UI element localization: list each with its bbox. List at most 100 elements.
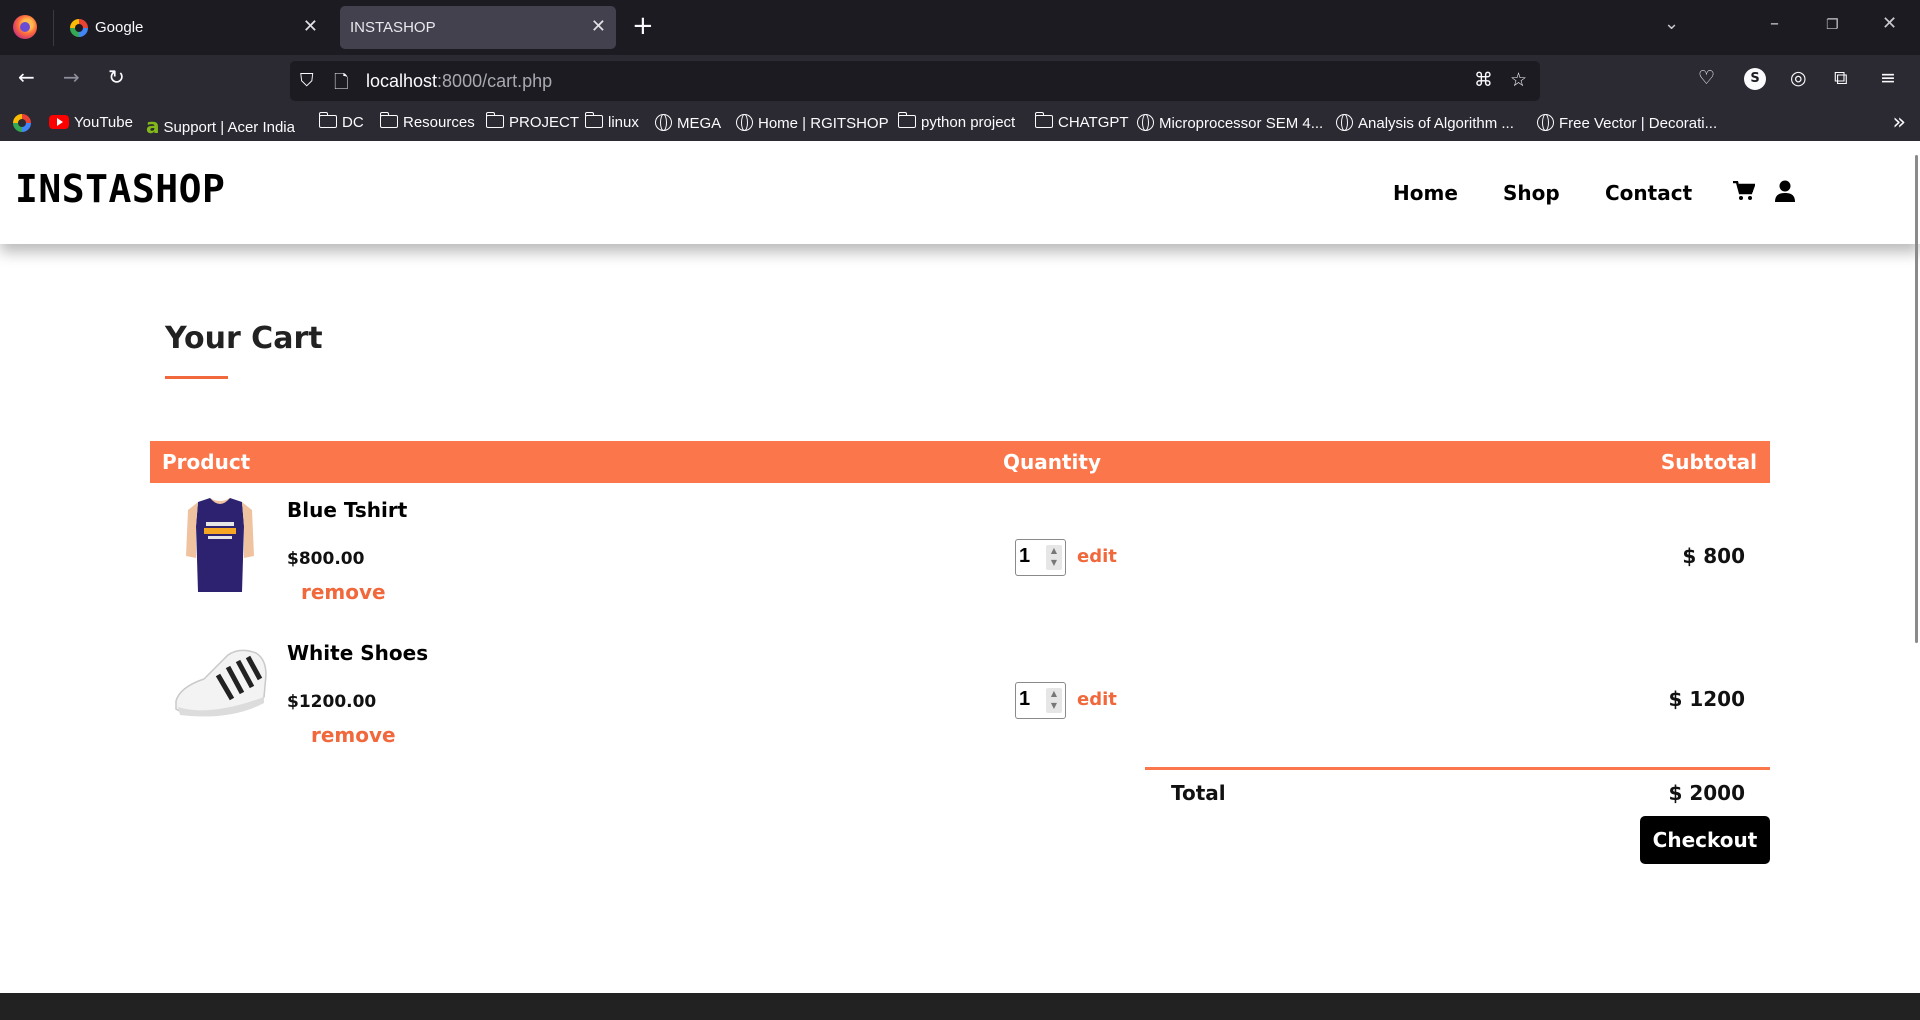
remove-link[interactable]: remove [311,723,396,747]
tab-separator [53,10,54,46]
browser-toolbar: ← → ↻ ⛉ 🗋 localhost:8000/cart.php ⌘ ☆ ♡ … [0,55,1920,107]
youtube-icon [49,115,69,129]
bookmark-google[interactable] [13,114,31,132]
globe-icon [655,114,672,131]
bookmark-folder[interactable]: PROJECT [486,112,579,131]
product-name: Blue Tshirt [287,498,408,522]
bookmark-item[interactable]: Free Vector | Decorati... [1537,114,1717,132]
google-favicon-icon [70,19,88,37]
firefox-icon[interactable] [13,15,37,39]
tab-title: Google [95,19,144,36]
row-subtotal: $ 800 [1682,544,1745,568]
product-image-shoes [175,649,267,717]
browser-tab-bar: Google ✕ INSTASHOP ✕ + ⌄ – ❐ ✕ [0,0,1920,55]
list-all-tabs-icon[interactable]: ⌄ [1664,13,1679,34]
folder-icon [486,112,504,128]
tab-google[interactable]: Google ✕ [64,6,328,49]
extension-glasses-icon[interactable]: ◎ [1790,67,1807,89]
folder-icon [585,112,603,128]
globe-icon [1336,114,1353,131]
quantity-value[interactable]: 1 [1019,545,1030,568]
page-info-icon[interactable]: 🗋 [334,70,348,100]
bookmark-folder[interactable]: python project [898,112,1015,131]
restore-icon[interactable]: ❐ [1826,17,1839,33]
bookmark-folder[interactable]: DC [319,112,364,131]
checkout-button[interactable]: Checkout [1640,816,1770,864]
bookmark-item[interactable]: Analysis of Algorithm ... [1336,114,1514,132]
page-title: Your Cart [165,321,323,356]
site-logo[interactable]: INSTASHOP [15,167,225,211]
product-image-tshirt [186,498,254,592]
tab-close-icon[interactable]: ✕ [303,16,318,37]
back-icon[interactable]: ← [18,65,35,89]
header-product: Product [162,450,251,474]
total-value: $ 2000 [1668,781,1745,805]
tab-close-icon[interactable]: ✕ [591,16,606,37]
new-tab-icon[interactable]: + [632,11,654,41]
total-divider [1145,767,1770,770]
page-scrollbar[interactable] [1915,155,1918,643]
bookmark-folder[interactable]: linux [585,112,639,131]
header-quantity: Quantity [1003,450,1101,474]
window-close-icon[interactable]: ✕ [1882,13,1897,34]
nav-contact[interactable]: Contact [1605,181,1692,205]
url-text[interactable]: localhost:8000/cart.php [366,71,552,92]
quantity-stepper[interactable]: 1 ▲ ▼ [1015,682,1066,719]
bookmark-folder[interactable]: CHATGPT [1035,112,1129,131]
cart-table-header: Product Quantity Subtotal [150,441,1770,483]
globe-icon [736,114,753,131]
folder-icon [898,112,916,128]
minimize-icon[interactable]: – [1770,13,1779,34]
tab-title: INSTASHOP [350,19,436,36]
google-icon [13,114,31,132]
extensions-icon[interactable]: ⧉ [1834,67,1848,89]
bookmarks-overflow-icon[interactable]: » [1893,110,1906,135]
bookmark-item[interactable]: MEGA [655,114,721,132]
globe-icon [1537,114,1554,131]
quantity-value[interactable]: 1 [1019,688,1030,711]
product-name: White Shoes [287,641,429,665]
pocket-icon[interactable]: ♡ [1698,67,1715,89]
bookmarks-bar: YouTube a Support | Acer India DC Resourc… [0,107,1920,141]
translate-icon[interactable]: ⌘ [1474,69,1493,91]
tab-instashop[interactable]: INSTASHOP ✕ [340,6,616,49]
bookmark-item[interactable]: YouTube [49,114,133,131]
forward-icon[interactable]: → [63,65,80,89]
title-underline [165,376,228,379]
spinner-arrows-icon[interactable]: ▲ ▼ [1046,688,1062,713]
edit-quantity-link[interactable]: edit [1077,546,1117,567]
row-subtotal: $ 1200 [1668,687,1745,711]
bookmark-item[interactable]: a Support | Acer India [146,114,295,138]
bookmark-item[interactable]: Microprocessor SEM 4... [1137,114,1323,132]
product-price: $800.00 [287,549,365,569]
cart-row: White Shoes $1200.00 remove 1 ▲ ▼ edit $ … [150,627,1770,747]
header-subtotal: Subtotal [1660,450,1757,474]
bookmark-item[interactable]: Home | RGITSHOP [736,114,889,132]
profile-s-icon[interactable]: S [1744,68,1766,90]
bookmark-star-icon[interactable]: ☆ [1510,69,1527,91]
user-icon[interactable] [1775,180,1795,202]
globe-icon [1137,114,1154,131]
url-bar[interactable]: ⛉ 🗋 localhost:8000/cart.php ⌘ ☆ [290,61,1540,101]
folder-icon [1035,112,1053,128]
nav-shop[interactable]: Shop [1503,181,1560,205]
product-price: $1200.00 [287,692,377,712]
site-header: INSTASHOP Home Shop Contact [0,141,1920,244]
quantity-stepper[interactable]: 1 ▲ ▼ [1015,539,1066,576]
cart-icon[interactable] [1733,181,1755,201]
menu-hamburger-icon[interactable]: ≡ [1880,67,1896,89]
folder-icon [380,112,398,128]
cart-row: Blue Tshirt $800.00 remove 1 ▲ ▼ edit $ 8… [150,484,1770,604]
total-label: Total [1171,781,1226,805]
acer-icon: a [146,114,160,138]
site-footer [0,993,1920,1020]
tracking-shield-icon[interactable]: ⛉ [300,70,314,91]
reload-icon[interactable]: ↻ [108,65,125,89]
edit-quantity-link[interactable]: edit [1077,689,1117,710]
bookmark-folder[interactable]: Resources [380,112,475,131]
page-viewport: INSTASHOP Home Shop Contact Your Cart Pr… [0,141,1920,1020]
nav-home[interactable]: Home [1393,181,1458,205]
folder-icon [319,112,337,128]
spinner-arrows-icon[interactable]: ▲ ▼ [1046,545,1062,570]
remove-link[interactable]: remove [301,580,386,604]
